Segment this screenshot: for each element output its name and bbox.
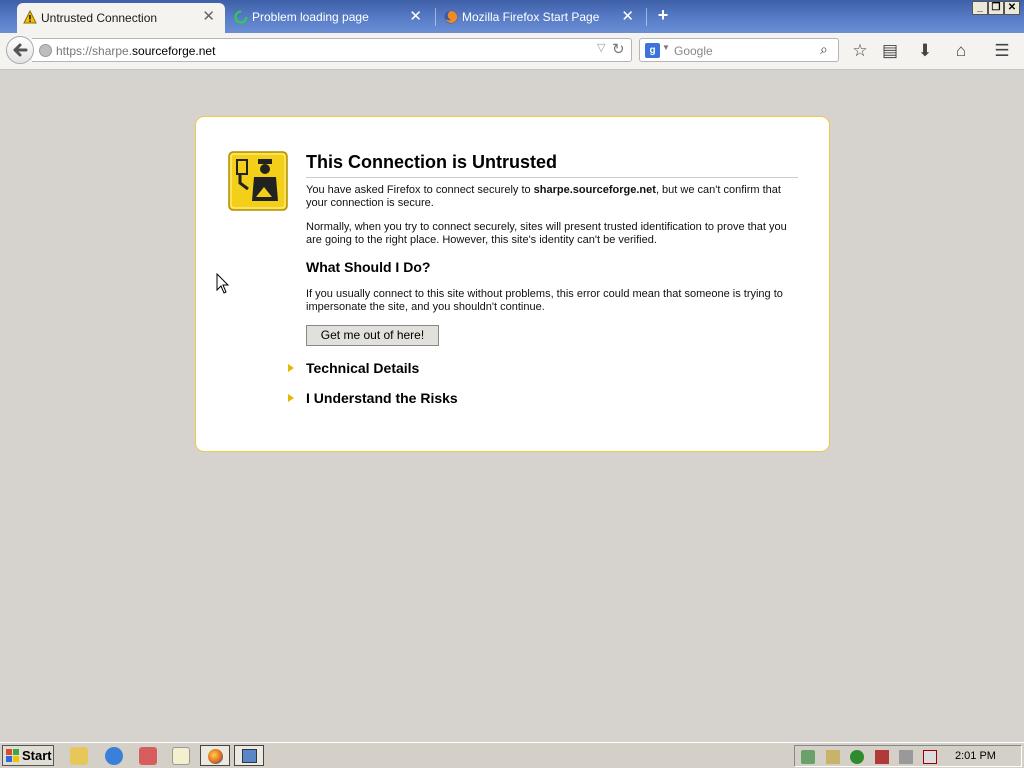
explanation-text-a: You have asked Firefox to connect secure… <box>306 184 534 196</box>
start-button[interactable]: Start <box>2 745 54 766</box>
explanation-paragraph: You have asked Firefox to connect secure… <box>306 184 801 210</box>
url-history-dropdown-icon[interactable]: ▽ <box>597 41 605 54</box>
get-me-out-button[interactable]: Get me out of here! <box>306 325 439 346</box>
windows-logo-icon <box>6 749 19 762</box>
url-host: sourceforge.net <box>132 44 216 58</box>
minimize-window-button[interactable]: _ <box>972 1 988 15</box>
tab-separator <box>435 8 436 26</box>
home-icon[interactable]: ⌂ <box>950 40 972 62</box>
loading-spinner-icon <box>234 10 248 24</box>
url-bar[interactable]: https://sharpe.sourceforge.net ▽ ↻ <box>32 38 632 62</box>
volume-muted-tray-icon[interactable] <box>923 750 937 764</box>
url-text[interactable]: https://sharpe.sourceforge.net <box>56 44 215 58</box>
app-tray-icon[interactable] <box>826 750 840 764</box>
understand-risks-expander[interactable]: I Understand the Risks <box>288 390 458 406</box>
tab-untrusted-connection[interactable]: Untrusted Connection ✕ <box>17 3 225 33</box>
page-title: This Connection is Untrusted <box>306 152 798 178</box>
back-arrow-icon <box>13 43 28 57</box>
start-label: Start <box>22 748 52 763</box>
untrusted-connection-panel: This Connection is Untrusted You have as… <box>195 116 830 452</box>
tab-strip: Untrusted Connection ✕ Problem loading p… <box>0 0 1024 33</box>
search-magnifier-icon[interactable]: ⌕ <box>820 41 828 58</box>
connection-tray-icon[interactable] <box>899 750 913 764</box>
search-engine-dropdown-icon[interactable]: ▼ <box>662 43 670 52</box>
advice-paragraph: If you usually connect to this site with… <box>306 288 783 313</box>
internet-explorer-icon[interactable] <box>105 747 123 765</box>
tab-title: Problem loading page <box>252 10 369 24</box>
tab-title: Untrusted Connection <box>41 11 158 25</box>
window-icon <box>242 749 257 763</box>
menu-hamburger-icon[interactable]: ☰ <box>991 40 1013 62</box>
taskbar-firefox-button[interactable] <box>200 745 230 766</box>
back-button[interactable] <box>6 36 34 64</box>
close-tab-icon[interactable]: ✕ <box>202 9 215 24</box>
taskbar-window-button[interactable] <box>234 745 264 766</box>
technical-details-expander[interactable]: Technical Details <box>288 360 419 376</box>
search-bar[interactable]: g ▼ Google ⌕ <box>639 38 839 62</box>
restore-window-button[interactable]: ❐ <box>988 1 1004 15</box>
close-tab-icon[interactable]: ✕ <box>621 9 634 24</box>
expand-arrow-icon <box>288 364 294 372</box>
navigation-toolbar: https://sharpe.sourceforge.net ▽ ↻ g ▼ G… <box>0 33 1024 70</box>
taskbar: Start 2:01 PM <box>0 742 1024 768</box>
app-quicklaunch-icon[interactable] <box>139 747 157 765</box>
close-tab-icon[interactable]: ✕ <box>409 9 422 24</box>
reload-icon[interactable]: ↻ <box>612 40 625 58</box>
expander-label: I Understand the Risks <box>306 390 458 406</box>
downloads-icon[interactable]: ⬇ <box>914 40 936 62</box>
expand-arrow-icon <box>288 394 294 402</box>
tab-title: Mozilla Firefox Start Page <box>462 10 600 24</box>
google-icon[interactable]: g <box>645 43 660 58</box>
certificate-officer-icon <box>228 151 288 211</box>
expander-label: Technical Details <box>306 360 420 376</box>
firefox-icon <box>444 10 458 24</box>
app-tray-icon[interactable] <box>875 750 889 764</box>
mouse-cursor-icon <box>216 273 230 294</box>
explanation-host: sharpe.sourceforge.net <box>533 184 656 196</box>
play-tray-icon[interactable] <box>850 750 864 764</box>
identity-paragraph: Normally, when you try to connect secure… <box>306 221 787 246</box>
explorer-quicklaunch-icon[interactable] <box>70 747 88 765</box>
tab-separator <box>646 8 647 26</box>
network-tray-icon[interactable] <box>801 750 815 764</box>
search-input[interactable]: Google <box>674 44 713 58</box>
globe-icon[interactable] <box>39 44 52 57</box>
tab-problem-loading[interactable]: Problem loading page ✕ <box>228 3 432 31</box>
warning-icon <box>23 10 37 24</box>
bookmarks-menu-icon[interactable]: ▤ <box>879 40 901 62</box>
new-tab-button[interactable]: + <box>654 6 672 24</box>
tab-firefox-start[interactable]: Mozilla Firefox Start Page ✕ <box>438 3 644 31</box>
bookmark-star-icon[interactable]: ☆ <box>849 40 871 62</box>
what-to-do-heading: What Should I Do? <box>306 259 431 275</box>
system-tray: 2:01 PM <box>794 745 1022 767</box>
clock[interactable]: 2:01 PM <box>955 750 996 762</box>
close-window-button[interactable]: ✕ <box>1004 1 1020 15</box>
firefox-icon <box>208 749 223 764</box>
url-prefix: https://sharpe. <box>56 44 133 58</box>
notepad-quicklaunch-icon[interactable] <box>172 747 190 765</box>
